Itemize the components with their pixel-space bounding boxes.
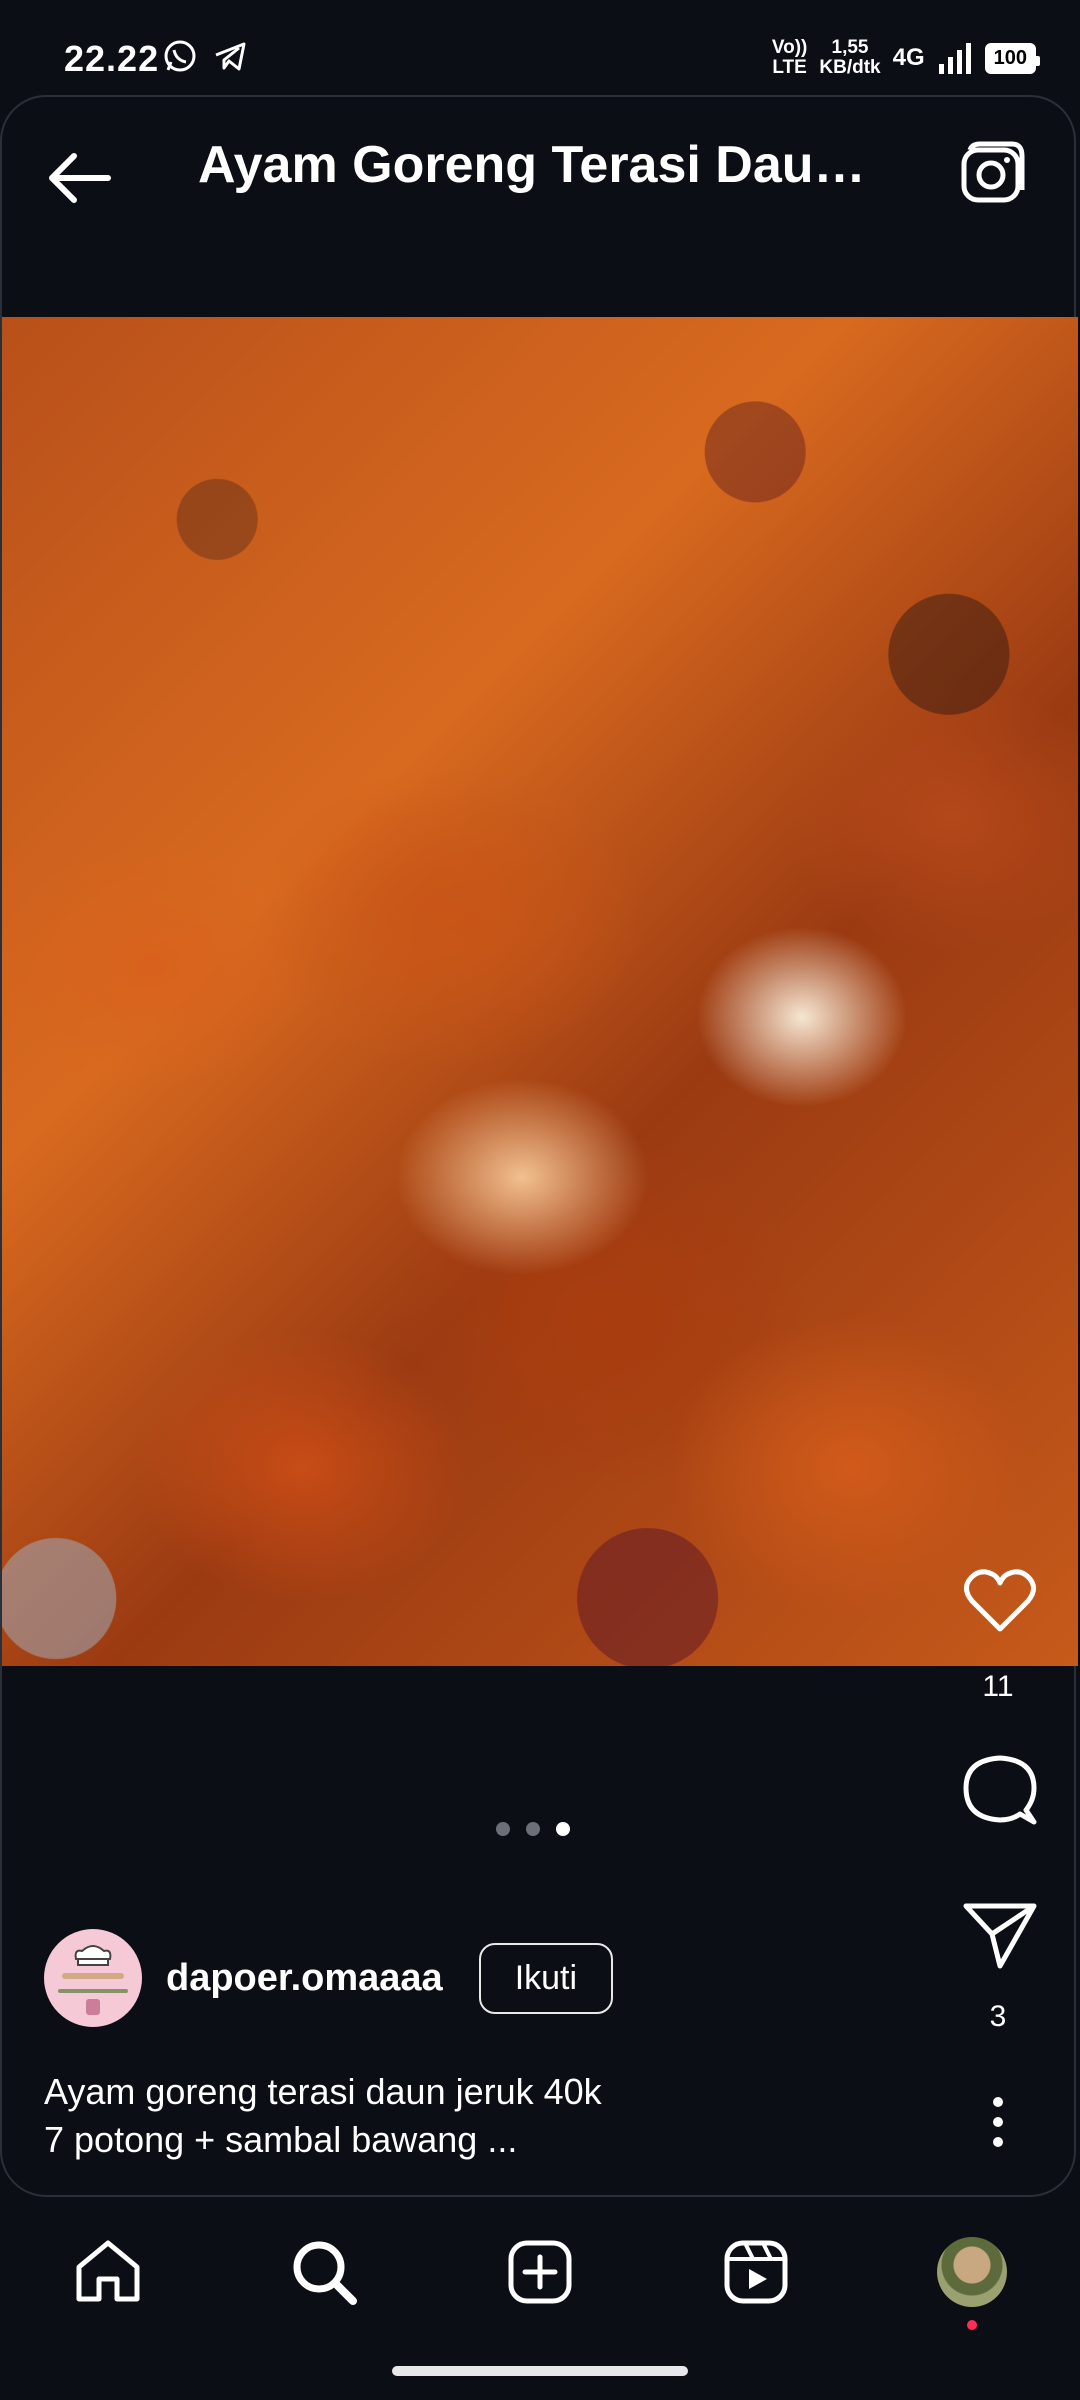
signal-icon — [938, 43, 971, 74]
reels-icon — [724, 2240, 788, 2304]
carousel-dot — [526, 1822, 540, 1836]
brand-logo — [58, 1945, 128, 2015]
more-options-button[interactable] — [978, 2092, 1018, 2152]
whatsapp-icon — [164, 40, 196, 72]
post-image[interactable] — [2, 317, 1078, 1666]
page-title: Ayam Goreng Terasi Daun Jeruk — [198, 136, 888, 194]
telegram-icon — [215, 42, 246, 71]
share-button[interactable] — [940, 1900, 1060, 1975]
author-avatar[interactable] — [44, 1929, 142, 2027]
bottom-navigation — [0, 2202, 1080, 2332]
speed-value: 1,55 — [831, 37, 869, 58]
nav-profile[interactable] — [932, 2232, 1012, 2330]
nav-create[interactable] — [500, 2232, 580, 2312]
back-button[interactable] — [44, 148, 114, 208]
carousel-dot — [496, 1822, 510, 1836]
carousel-dot-active — [556, 1822, 570, 1836]
carousel-indicator — [496, 1822, 570, 1836]
battery-indicator: 100 — [984, 42, 1041, 74]
nav-home[interactable] — [68, 2232, 148, 2312]
follow-button[interactable]: Ikuti — [478, 1942, 614, 2014]
comment-icon — [963, 1755, 1037, 1825]
network-type: 4G — [892, 44, 925, 71]
caption-line: Ayam goreng terasi daun jeruk 40k — [44, 2071, 602, 2112]
volte-top: Vo)) — [771, 37, 808, 58]
volte-indicator: Vo)) LTE — [772, 38, 808, 78]
home-icon — [76, 2240, 140, 2302]
search-icon — [293, 2241, 357, 2305]
status-time: 22.22 — [64, 38, 160, 79]
comment-button[interactable] — [940, 1752, 1060, 1833]
author-username[interactable]: dapoer.omaaaa — [166, 1957, 443, 2000]
nav-search[interactable] — [284, 2232, 364, 2312]
status-bar: 22.22 Vo)) LTE 1,55 KB/dtk 4G 100 — [0, 0, 1080, 95]
volte-bottom: LTE — [772, 57, 807, 78]
share-count: 3 — [989, 2000, 1007, 2033]
network-speed: 1,55 KB/dtk — [819, 38, 880, 78]
home-indicator[interactable] — [392, 2366, 688, 2376]
like-count: 11 — [982, 1670, 1014, 1703]
nav-reels[interactable] — [716, 2232, 796, 2312]
camera-button[interactable] — [958, 140, 1028, 210]
speed-unit: KB/dtk — [819, 57, 881, 78]
status-indicators: Vo)) LTE 1,55 KB/dtk 4G 100 — [772, 36, 1041, 80]
notification-dot — [967, 2320, 977, 2330]
like-button[interactable] — [940, 1565, 1060, 1640]
heart-icon — [964, 1569, 1036, 1632]
send-icon — [963, 1903, 1037, 1969]
caption-line: 7 potong + sambal bawang ... — [44, 2119, 518, 2160]
plus-square-icon — [508, 2240, 572, 2304]
author-row: dapoer.omaaaa Ikuti — [44, 1928, 614, 2028]
post-caption[interactable]: Ayam goreng terasi daun jeruk 40k 7 poto… — [44, 2068, 864, 2164]
profile-avatar — [937, 2237, 1007, 2307]
